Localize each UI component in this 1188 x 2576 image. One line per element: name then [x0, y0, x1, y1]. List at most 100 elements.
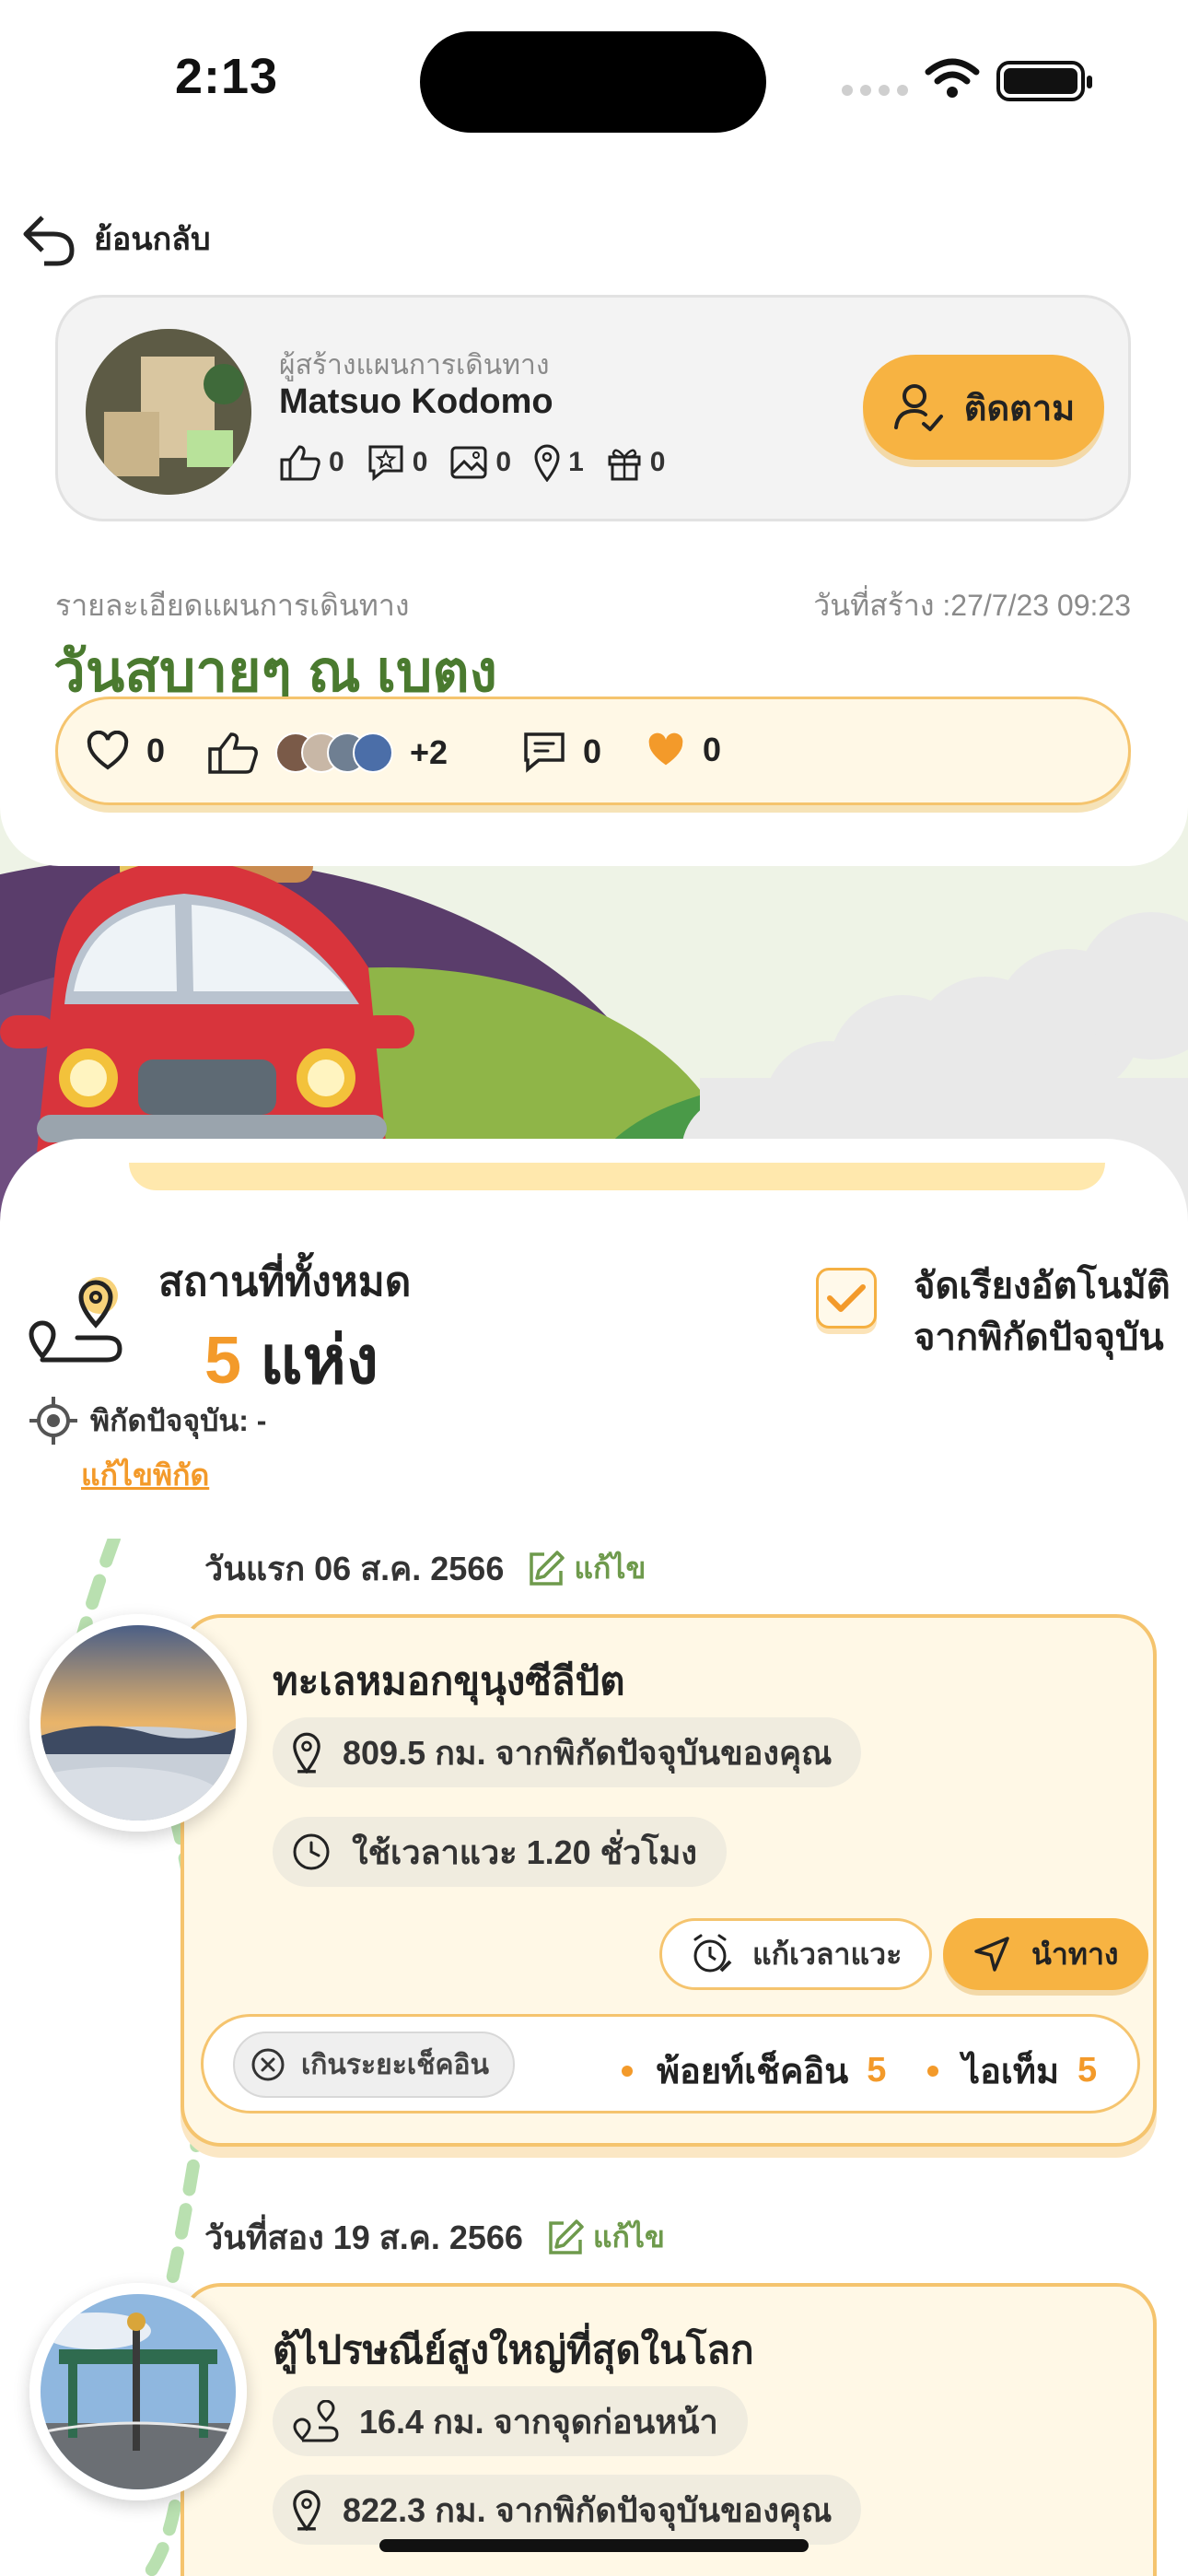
stat-places-value: 1 — [568, 447, 584, 477]
plan-caption: รายละเอียดแผนการเดินทาง — [55, 589, 410, 622]
auto-sort-label-line1: จัดเรียงอัตโนมัติ — [914, 1266, 1171, 1306]
like-reaction[interactable]: +2 — [207, 731, 448, 775]
navigate-button-1[interactable]: นำทาง — [943, 1918, 1148, 1990]
places-title: สถานที่ทั้งหมด — [158, 1259, 412, 1305]
place-name-1: ทะเลหมอกขุนุงซีลีปัต — [273, 1659, 625, 1703]
checkin-bar-1: เกินระยะเช็คอิน พ้อยท์เช็คอิน 5 ไอเท็ม 5 — [201, 2014, 1140, 2113]
follow-label: ติดตาม — [963, 389, 1076, 428]
stat-photos: 0 — [449, 445, 511, 480]
edit-time-button-1[interactable]: แก้เวลาแวะ — [659, 1918, 933, 1990]
creator-stats: 0 0 0 1 0 — [279, 443, 674, 482]
comment-count: 0 — [583, 732, 602, 770]
day-label-2: วันที่สอง 19 ส.ค. 2566 — [204, 2219, 523, 2256]
distance-previous-pill-2: 16.4 กม. จากจุดก่อนหน้า — [273, 2386, 748, 2456]
comment-reaction[interactable]: 0 — [522, 731, 601, 773]
plan-created-date: วันที่สร้าง :27/7/23 09:23 — [813, 589, 1131, 622]
checkin-out-of-range-badge-1: เกินระยะเช็คอิน — [233, 2032, 516, 2098]
current-location-text: พิกัดปัจจุบัน: - — [90, 1403, 267, 1437]
auto-sort-checkbox[interactable] — [816, 1268, 877, 1329]
creator-avatar[interactable] — [86, 329, 251, 495]
back-label: ย้อนกลับ — [94, 222, 211, 257]
distance-current-pill-2: 822.3 กม. จากพิกัดปัจจุบันของคุณ — [273, 2475, 862, 2545]
reaction-bar: 0 +2 0 0 — [55, 697, 1131, 805]
map-pin-icon — [534, 444, 560, 482]
stat-likes-value: 0 — [329, 447, 344, 477]
auto-sort-label: จัดเรียงอัตโนมัติ จากพิกัดปัจจุบัน — [914, 1260, 1171, 1364]
auto-sort-toggle[interactable]: จัดเรียงอัตโนมัติ จากพิกัดปัจจุบัน — [816, 1266, 1171, 1364]
creator-card: ผู้สร้างแผนการเดินทาง Matsuo Kodomo 0 0 … — [55, 295, 1131, 521]
liker-avatars[interactable] — [275, 732, 393, 773]
place-name-2: ตู้ไปรษณีย์สูงใหญ่ที่สุดในโลก — [273, 2328, 754, 2371]
checkin-points-1: พ้อยท์เช็คอิน 5 — [622, 2043, 886, 2099]
edit-location-link[interactable]: แก้ไขพิกัด — [81, 1452, 209, 1499]
alarm-edit-icon — [693, 1934, 732, 1973]
timer-icon — [293, 1833, 330, 1870]
user-check-icon — [893, 384, 943, 431]
crosshair-icon — [29, 1397, 77, 1445]
distance-previous-2: 16.4 กม. จากจุดก่อนหน้า — [359, 2402, 718, 2441]
place-card-1[interactable]: ทะเลหมอกขุนุงซีลีปัต 809.5 กม. จากพิกัดป… — [181, 1614, 1157, 2147]
duration-1: ใช้เวลาแวะ 1.20 ชั่วโมง — [352, 1832, 697, 1871]
place-photo-2[interactable] — [29, 2283, 247, 2500]
edit-icon — [530, 1550, 565, 1586]
creator-name: Matsuo Kodomo — [279, 382, 553, 421]
likers-more: +2 — [410, 733, 448, 771]
navigate-label-1: นำทาง — [1031, 1937, 1119, 1971]
stat-places: 1 — [533, 443, 584, 482]
gift-icon — [608, 449, 641, 481]
back-button[interactable]: ย้อนกลับ — [20, 210, 211, 267]
day-edit-label-1: แก้ไข — [574, 1551, 646, 1585]
places-count-unit: แห่ง — [260, 1324, 379, 1398]
heart-icon — [87, 731, 129, 770]
stat-gifts-value: 0 — [649, 447, 666, 477]
checkin-out-of-range-label-1: เกินระยะเช็คอิน — [301, 2049, 490, 2080]
status-time: 2:13 — [175, 49, 279, 104]
favorite-reaction[interactable]: 0 — [646, 731, 721, 769]
places-count-number: 5 — [204, 1324, 242, 1398]
sheet-handle-band — [129, 1163, 1105, 1190]
checkin-points-value-1: 5 — [867, 2051, 887, 2090]
thumbs-up-icon — [280, 445, 320, 481]
heart-reaction[interactable]: 0 — [86, 731, 165, 771]
checkin-items-1: ไอเท็ม 5 — [927, 2043, 1097, 2099]
thumbs-up-icon — [208, 732, 258, 774]
route-icon — [293, 2400, 339, 2442]
distance-current-1: 809.5 กม. จากพิกัดปัจจุบันของคุณ — [343, 1733, 833, 1772]
day-edit-label-2: แก้ไข — [592, 2220, 665, 2254]
items-label-1: ไอเท็ม — [962, 2053, 1060, 2091]
place-card-2[interactable]: ตู้ไปรษณีย์สูงใหญ่ที่สุดในโลก 16.4 กม. จ… — [181, 2283, 1157, 2576]
day-edit-button-2[interactable]: แก้ไข — [545, 2214, 665, 2261]
heart-count: 0 — [146, 732, 166, 769]
stat-photos-value: 0 — [495, 447, 512, 477]
duration-pill-1: ใช้เวลาแวะ 1.20 ชั่วโมง — [273, 1817, 727, 1887]
bullet-dot-icon — [927, 2065, 938, 2077]
image-icon — [450, 446, 487, 479]
bullet-dot-icon — [622, 2065, 633, 2077]
wifi-icon — [925, 58, 980, 98]
day-edit-button-1[interactable]: แก้ไข — [526, 1545, 646, 1592]
edit-time-label-1: แก้เวลาแวะ — [752, 1937, 903, 1971]
stat-reviews: 0 — [367, 443, 428, 482]
stat-likes: 0 — [279, 444, 344, 481]
signal-icon — [842, 85, 908, 96]
day-label-1: วันแรก 06 ส.ค. 2566 — [204, 1550, 505, 1587]
checkin-points-label-1: พ้อยท์เช็คอิน — [657, 2053, 849, 2091]
stat-reviews-value: 0 — [412, 447, 428, 477]
back-arrow-icon — [23, 216, 75, 266]
edit-icon — [549, 2219, 584, 2254]
map-pin-icon — [293, 2489, 320, 2531]
day-header-2: วันที่สอง 19 ส.ค. 2566 แก้ไข — [204, 2211, 665, 2264]
pin-x-icon — [251, 2048, 285, 2081]
day-header-1: วันแรก 06 ส.ค. 2566 แก้ไข — [204, 1542, 646, 1595]
items-value-1: 5 — [1077, 2051, 1098, 2090]
favorite-count: 0 — [703, 731, 722, 768]
creator-caption: ผู้สร้างแผนการเดินทาง — [279, 350, 550, 381]
comment-icon — [524, 732, 565, 773]
follow-button[interactable]: ติดตาม — [863, 355, 1104, 460]
auto-sort-label-line2: จากพิกัดปัจจุบัน — [914, 1317, 1164, 1358]
place-photo-1[interactable] — [29, 1614, 247, 1832]
battery-icon — [996, 61, 1092, 101]
distance-current-2: 822.3 กม. จากพิกัดปัจจุบันของคุณ — [343, 2490, 833, 2529]
current-location-row: พิกัดปัจจุบัน: - — [28, 1395, 266, 1446]
heart-filled-icon — [648, 732, 683, 766]
